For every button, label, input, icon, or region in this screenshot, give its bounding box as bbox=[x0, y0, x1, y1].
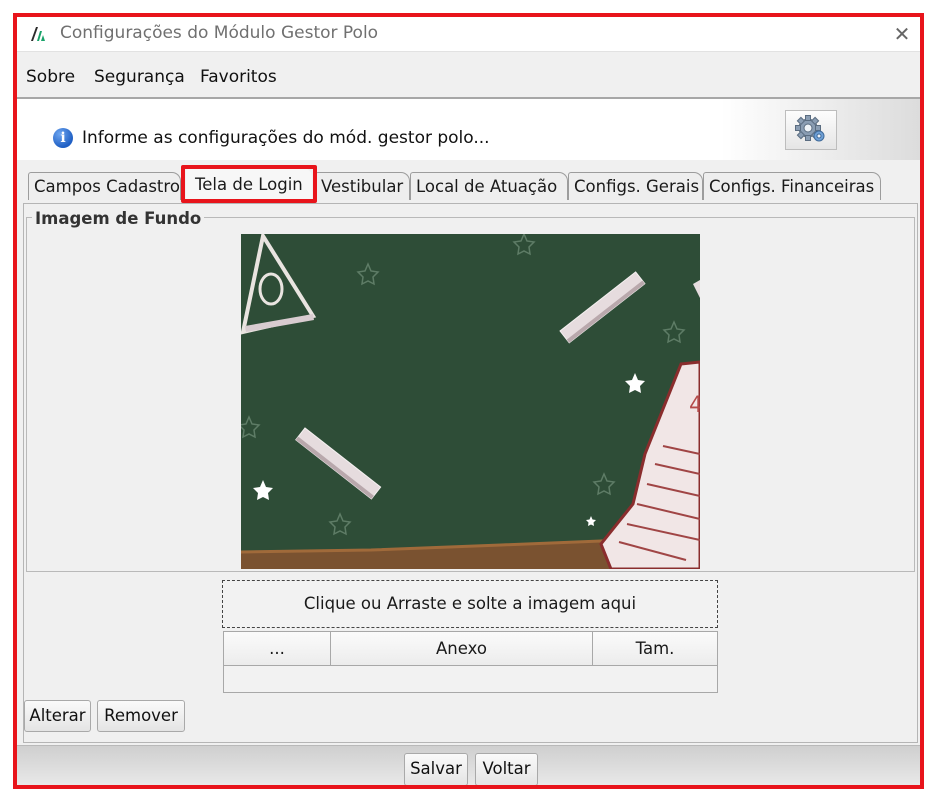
tab-configs-gerais[interactable]: Configs. Gerais bbox=[568, 172, 703, 200]
close-button[interactable]: ✕ bbox=[889, 21, 915, 47]
save-button[interactable]: Salvar bbox=[404, 753, 468, 785]
tab-campos-cadastro[interactable]: Campos Cadastro bbox=[28, 172, 181, 200]
svg-text:4: 4 bbox=[689, 393, 700, 418]
info-text: Informe as configurações do mód. gestor … bbox=[82, 128, 490, 148]
change-button[interactable]: Alterar bbox=[24, 700, 91, 732]
back-button[interactable]: Voltar bbox=[475, 753, 538, 785]
app-logo-icon bbox=[31, 27, 45, 41]
title-bar: Configurações do Módulo Gestor Polo ✕ bbox=[17, 17, 920, 52]
image-dropzone[interactable]: Clique ou Arraste e solte a imagem aqui bbox=[222, 580, 718, 628]
column-header-anexo[interactable]: Anexo bbox=[331, 632, 593, 666]
tab-tela-de-login[interactable]: Tela de Login bbox=[186, 168, 312, 203]
tab-configs-financeiras[interactable]: Configs. Financeiras bbox=[703, 172, 881, 200]
tab-local-de-atuacao[interactable]: Local de Atuação bbox=[410, 172, 568, 200]
gears-icon bbox=[795, 115, 825, 142]
menu-bar: Sobre Segurança Favoritos bbox=[17, 57, 920, 99]
footer-bar bbox=[17, 745, 920, 785]
window-title: Configurações do Módulo Gestor Polo bbox=[60, 23, 379, 43]
column-header-tamanho[interactable]: Tam. bbox=[593, 632, 717, 666]
login-background-image: 4 bbox=[241, 234, 700, 569]
info-icon: i bbox=[53, 128, 73, 148]
menu-favoritos[interactable]: Favoritos bbox=[200, 67, 277, 87]
menu-sobre[interactable]: Sobre bbox=[26, 67, 75, 87]
config-window: Configurações do Módulo Gestor Polo ✕ So… bbox=[17, 17, 920, 785]
remove-button[interactable]: Remover bbox=[97, 700, 185, 732]
menu-seguranca[interactable]: Segurança bbox=[94, 67, 185, 87]
tab-vestibular[interactable]: Vestibular bbox=[315, 172, 410, 200]
close-icon: ✕ bbox=[893, 22, 911, 46]
attachments-table: ... Anexo Tam. bbox=[223, 631, 718, 693]
background-image-legend: Imagem de Fundo bbox=[32, 209, 205, 228]
settings-button[interactable] bbox=[785, 110, 837, 150]
column-header-actions[interactable]: ... bbox=[224, 632, 331, 666]
